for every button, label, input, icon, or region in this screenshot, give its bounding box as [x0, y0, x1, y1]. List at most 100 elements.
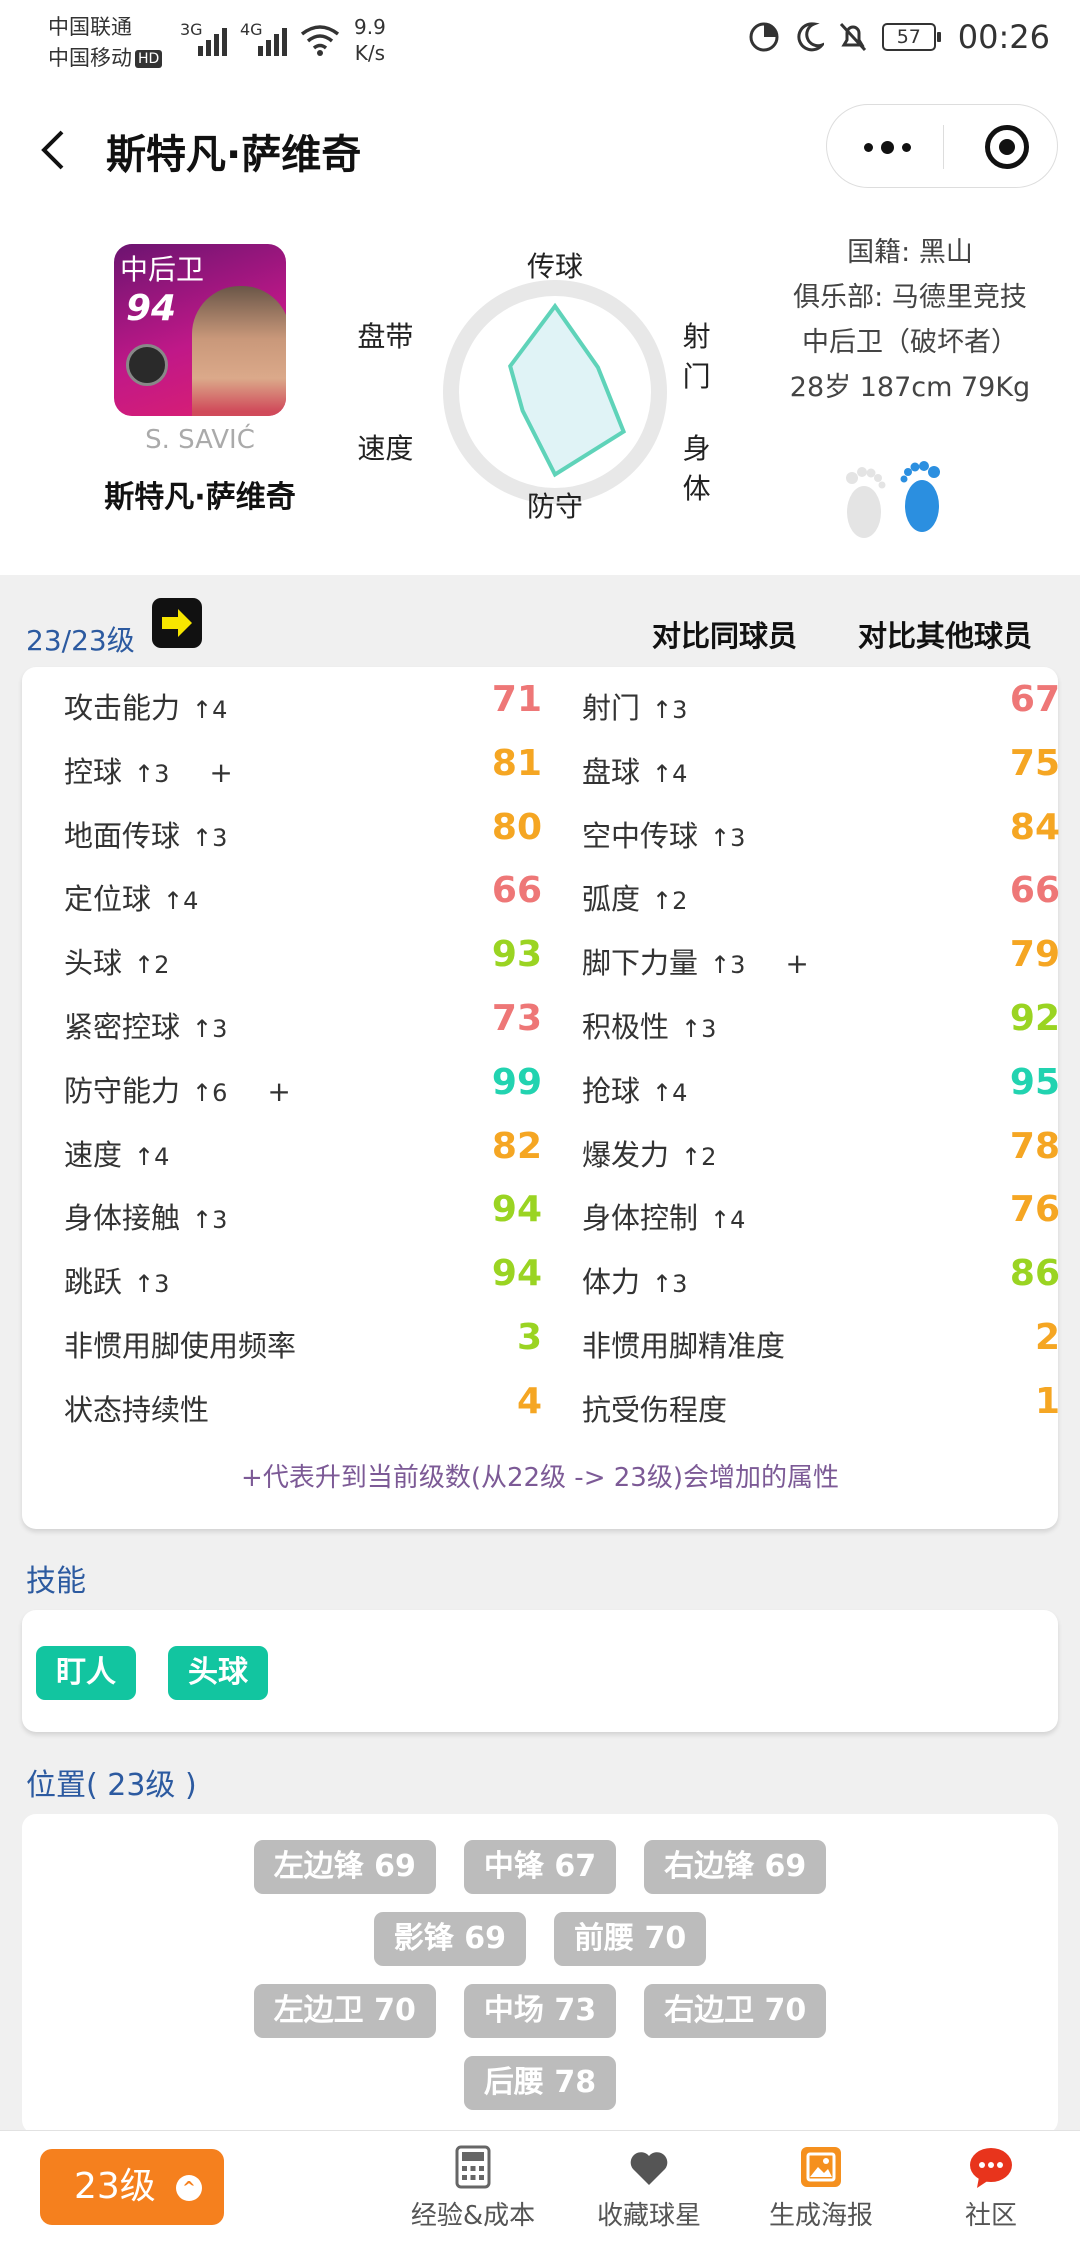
hd-badge: HD: [135, 50, 163, 68]
player-photo: [192, 286, 286, 416]
stat-increase: ↑4: [192, 696, 228, 724]
stat-label: 身体控制 ↑4: [582, 1195, 745, 1237]
stat-name: 抢球: [582, 1073, 641, 1108]
stat-row: 脚下力量 ↑3 +79: [582, 934, 1060, 982]
stat-name: 体力: [582, 1265, 641, 1300]
stat-increase: ↑4: [652, 759, 688, 788]
nav-poster[interactable]: 生成海报: [736, 2143, 906, 2232]
stat-increase: ↑4: [710, 1206, 746, 1235]
positions-row: 影锋 69 前腰 70: [22, 1912, 1058, 1966]
positions-panel: 左边锋 69 中锋 67 右边锋 69 影锋 69 前腰 70 左边卫 70 中…: [22, 1814, 1058, 2134]
player-profile: 中后卫 94 S. SAVIĆ 斯特凡·萨维奇 传球 射门 身体 防守 速度 盘带 国籍:…: [0, 210, 1080, 575]
stat-label: 紧密控球 ↑3: [64, 1004, 227, 1046]
stat-label: 定位球 ↑4: [64, 876, 198, 918]
position-chip: 中场 73: [463, 1984, 617, 2038]
stat-label: 射门 ↑3: [582, 685, 687, 727]
stat-increase: ↑3: [652, 696, 688, 724]
stat-value: 3: [516, 1317, 542, 1358]
stat-value: 66: [1009, 870, 1060, 912]
stat-label: 非惯用脚使用频率: [64, 1323, 296, 1365]
calculator-icon: [455, 2145, 491, 2189]
speed-unit: K/s: [354, 41, 386, 65]
level-select-button[interactable]: 23级 ^: [40, 2149, 224, 2225]
stat-row: 跳跃 ↑3 94: [64, 1253, 542, 1301]
stat-increase: ↑6: [192, 1078, 228, 1107]
nav-community[interactable]: 社区: [906, 2143, 1076, 2232]
stat-label: 爆发力 ↑2: [582, 1132, 716, 1174]
stat-row: 头球 ↑2 93: [64, 934, 542, 982]
nationality: 国籍: 黑山: [847, 237, 973, 268]
stat-value: 1: [1034, 1380, 1060, 1422]
stat-plus-marker: +: [785, 947, 809, 981]
signal-bars-2-icon: [258, 24, 287, 56]
stat-increase: ↑2: [681, 1142, 717, 1171]
compare-other-button[interactable]: 对比其他球员: [858, 613, 1032, 655]
compare-same-button[interactable]: 对比同球员: [652, 613, 797, 655]
stat-label: 速度 ↑4: [64, 1132, 169, 1174]
arrow-right-icon: [162, 609, 192, 637]
stat-label: 身体接触 ↑3: [64, 1195, 227, 1237]
position-chip: 影锋 69: [373, 1912, 526, 1966]
stat-name: 速度: [64, 1137, 123, 1172]
position-chip: 前腰 70: [554, 1912, 707, 1966]
nav-label: 生成海报: [768, 2201, 873, 2231]
card-rating: 94: [126, 288, 177, 329]
nav-favorites[interactable]: 收藏球星: [564, 2143, 734, 2232]
stat-name: 攻击能力: [64, 691, 181, 725]
nav-label: 收藏球星: [596, 2201, 701, 2231]
nav-exp-cost[interactable]: 经验&成本: [388, 2143, 558, 2232]
stat-name: 脚下力量: [582, 946, 699, 981]
stat-value: 2: [1034, 1317, 1060, 1358]
position-chip: 左边锋 69: [253, 1840, 436, 1894]
image-icon: [801, 2147, 841, 2187]
stat-name: 盘球: [582, 754, 641, 789]
stat-value: 99: [491, 1061, 542, 1103]
stat-name: 防守能力: [64, 1073, 181, 1108]
next-level-button[interactable]: [152, 598, 202, 648]
stat-value: 73: [491, 998, 542, 1039]
preferred-foot-icon: [846, 461, 940, 538]
data-saver-icon: [749, 22, 779, 52]
stat-name: 抗受伤程度: [582, 1392, 728, 1427]
stat-name: 非惯用脚精准度: [582, 1329, 786, 1363]
level-row: 23/23级 对比同球员 对比其他球员: [0, 575, 1080, 665]
stat-label: 地面传球 ↑3: [64, 813, 227, 855]
stat-label: 抢球 ↑4: [582, 1068, 687, 1110]
stat-increase: ↑3: [134, 759, 170, 788]
bell-off-icon: [839, 22, 866, 52]
stat-label: 攻击能力 ↑4: [64, 685, 227, 727]
nav-label: 经验&成本: [410, 2201, 536, 2231]
stat-name: 射门: [582, 691, 641, 725]
stat-row: 地面传球 ↑3 80: [64, 807, 542, 855]
stat-label: 脚下力量 ↑3 +: [582, 940, 809, 982]
stat-row: 爆发力 ↑2 78: [582, 1126, 1060, 1174]
player-en-name: S. SAVIĆ: [145, 425, 255, 455]
radar-axis-label: 身体: [682, 431, 711, 505]
stat-value: 86: [1009, 1253, 1060, 1295]
stat-value: 76: [1009, 1189, 1060, 1231]
stat-name: 状态持续性: [64, 1392, 210, 1427]
clock: 00:26: [957, 18, 1050, 56]
signal-bars-1-icon: [198, 24, 227, 56]
wifi-icon: [300, 25, 340, 56]
stat-value: 75: [1009, 742, 1060, 784]
more-menu-icon[interactable]: [857, 132, 917, 162]
back-arrow-icon[interactable]: [30, 120, 80, 180]
stat-row: 身体控制 ↑4 76: [582, 1189, 1060, 1237]
stat-plus-marker: +: [267, 1074, 291, 1108]
stat-increase: ↑2: [652, 887, 688, 916]
position-chip: 右边卫 70: [644, 1984, 827, 2038]
close-miniapp-icon[interactable]: [985, 125, 1029, 169]
positions-row: 左边锋 69 中锋 67 右边锋 69: [22, 1840, 1058, 1894]
stat-name: 头球: [64, 946, 123, 981]
stat-value: 92: [1009, 998, 1060, 1039]
player-info: 国籍: 黑山 俱乐部: 马德里竞技 中后卫（破坏者） 28岁 187cm 79K…: [760, 230, 1060, 410]
stat-increase: ↑4: [134, 1142, 170, 1171]
moon-icon: [797, 22, 824, 52]
stat-value: 81: [491, 742, 542, 784]
stat-name: 空中传球: [582, 818, 699, 853]
speed-value: 9.9: [354, 15, 386, 39]
stat-label: 头球 ↑2: [64, 940, 169, 982]
stat-increase: ↑3: [192, 1015, 228, 1043]
stat-increase: ↑4: [652, 1078, 688, 1107]
